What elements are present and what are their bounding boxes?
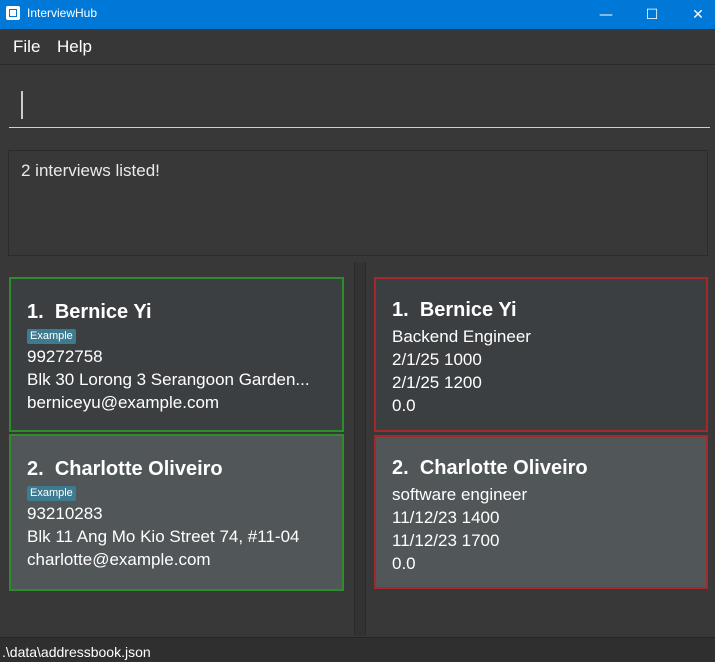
interview-candidate-name: Bernice Yi xyxy=(419,299,517,321)
person-index: 1. xyxy=(27,301,44,323)
interview-role: software engineer xyxy=(392,485,528,504)
person-card[interactable]: 2. Charlotte Oliveiro Example 93210283 B… xyxy=(9,434,344,591)
person-name: Charlotte Oliveiro xyxy=(54,458,223,480)
tag-badge: Example xyxy=(27,329,76,344)
person-email: berniceyu@example.com xyxy=(27,393,220,412)
panel-divider[interactable] xyxy=(354,262,366,636)
command-box xyxy=(0,64,715,145)
person-name: Bernice Yi xyxy=(54,301,152,323)
person-index: 2. xyxy=(27,458,44,480)
app-icon xyxy=(6,6,20,20)
interview-index: 2. xyxy=(392,457,409,479)
title-bar: InterviewHub — ☐ ✕ xyxy=(0,0,715,29)
menu-file[interactable]: File xyxy=(13,37,40,57)
interview-end-time: 11/12/23 1700 xyxy=(392,531,500,550)
interview-start-time: 11/12/23 1400 xyxy=(392,508,500,527)
menu-help[interactable]: Help xyxy=(57,37,92,57)
result-display: 2 interviews listed! xyxy=(8,150,708,256)
person-address: Blk 11 Ang Mo Kio Street 74, #11-04 xyxy=(27,527,300,546)
person-name-line: 2. Charlotte Oliveiro xyxy=(27,458,223,481)
interview-index: 1. xyxy=(392,299,409,321)
tag-badge: Example xyxy=(27,486,76,501)
person-address: Blk 30 Lorong 3 Serangoon Garden... xyxy=(27,370,310,389)
person-card[interactable]: 1. Bernice Yi Example 99272758 Blk 30 Lo… xyxy=(9,277,344,432)
minimize-button[interactable]: — xyxy=(583,0,629,29)
result-message: 2 interviews listed! xyxy=(21,161,160,180)
command-input[interactable] xyxy=(9,85,710,128)
interview-end-time: 2/1/25 1200 xyxy=(392,373,482,392)
maximize-button[interactable]: ☐ xyxy=(629,0,675,29)
menu-bar: File Help xyxy=(0,29,715,64)
interview-start-time: 2/1/25 1000 xyxy=(392,350,482,369)
interview-candidate-name: Charlotte Oliveiro xyxy=(419,457,588,479)
interview-rating: 0.0 xyxy=(392,396,416,415)
text-caret xyxy=(21,91,23,119)
interview-card[interactable]: 2. Charlotte Oliveiro software engineer … xyxy=(374,435,708,589)
save-location: .\data\addressbook.json xyxy=(2,644,151,660)
interview-rating: 0.0 xyxy=(392,554,416,573)
person-name-line: 1. Bernice Yi xyxy=(27,301,152,324)
window-title: InterviewHub xyxy=(27,6,98,20)
interview-name-line: 2. Charlotte Oliveiro xyxy=(392,457,588,480)
interview-role: Backend Engineer xyxy=(392,327,531,346)
interview-name-line: 1. Bernice Yi xyxy=(392,299,517,322)
person-email: charlotte@example.com xyxy=(27,550,211,569)
list-panels: 1. Bernice Yi Example 99272758 Blk 30 Lo… xyxy=(0,262,715,636)
close-button[interactable]: ✕ xyxy=(675,0,715,29)
interview-card[interactable]: 1. Bernice Yi Backend Engineer 2/1/25 10… xyxy=(374,277,708,432)
status-bar: .\data\addressbook.json xyxy=(0,637,715,662)
person-phone: 99272758 xyxy=(27,347,103,366)
person-phone: 93210283 xyxy=(27,504,103,523)
